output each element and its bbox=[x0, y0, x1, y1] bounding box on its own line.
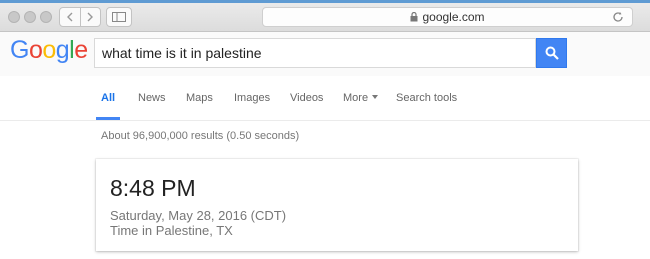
google-header: Google what time is it in palestine bbox=[0, 32, 650, 76]
tab-news[interactable]: News bbox=[138, 92, 166, 104]
search-query: what time is it in palestine bbox=[102, 45, 262, 61]
back-button[interactable] bbox=[60, 8, 80, 26]
forward-button[interactable] bbox=[79, 8, 101, 26]
tab-all[interactable]: All bbox=[101, 92, 115, 104]
minimize-window-button[interactable] bbox=[24, 11, 36, 23]
window-top-strip bbox=[0, 0, 650, 3]
google-logo[interactable]: Google bbox=[10, 36, 88, 65]
logo-letter: o bbox=[42, 36, 56, 64]
chevron-down-icon bbox=[372, 95, 379, 99]
search-input[interactable]: what time is it in palestine bbox=[94, 38, 536, 68]
zoom-window-button[interactable] bbox=[40, 11, 52, 23]
tab-more-label: More bbox=[343, 92, 369, 104]
time-location: Time in Palestine, TX bbox=[110, 223, 233, 238]
result-stats: About 96,900,000 results (0.50 seconds) bbox=[101, 130, 300, 142]
logo-letter: g bbox=[55, 36, 70, 64]
search-button[interactable] bbox=[536, 38, 567, 68]
tab-more[interactable]: More bbox=[343, 92, 379, 104]
logo-letter: o bbox=[28, 36, 43, 64]
chevron-left-icon bbox=[66, 12, 73, 22]
close-window-button[interactable] bbox=[8, 11, 20, 23]
time-answer-card: 8:48 PM Saturday, May 28, 2016 (CDT) Tim… bbox=[96, 159, 578, 251]
current-date: Saturday, May 28, 2016 (CDT) bbox=[110, 208, 287, 223]
url-text: google.com bbox=[422, 10, 485, 24]
tab-maps[interactable]: Maps bbox=[186, 92, 213, 104]
chevron-right-icon bbox=[87, 12, 94, 22]
sidebar-toggle-button[interactable] bbox=[106, 7, 132, 27]
logo-letter: G bbox=[10, 36, 29, 64]
browser-toolbar: google.com bbox=[0, 0, 650, 32]
logo-letter: e bbox=[74, 36, 88, 64]
tab-videos[interactable]: Videos bbox=[290, 92, 323, 104]
search-icon bbox=[545, 46, 559, 60]
search-tabs: All News Maps Images Videos More Search … bbox=[0, 76, 650, 121]
tab-images[interactable]: Images bbox=[234, 92, 270, 104]
tab-search-tools[interactable]: Search tools bbox=[396, 92, 457, 104]
current-time: 8:48 PM bbox=[110, 175, 196, 201]
reload-icon[interactable] bbox=[612, 11, 624, 23]
history-nav bbox=[59, 7, 101, 27]
address-bar[interactable]: google.com bbox=[262, 7, 633, 27]
active-tab-indicator bbox=[96, 117, 120, 120]
sidebar-icon bbox=[112, 12, 126, 22]
lock-icon bbox=[410, 12, 418, 22]
